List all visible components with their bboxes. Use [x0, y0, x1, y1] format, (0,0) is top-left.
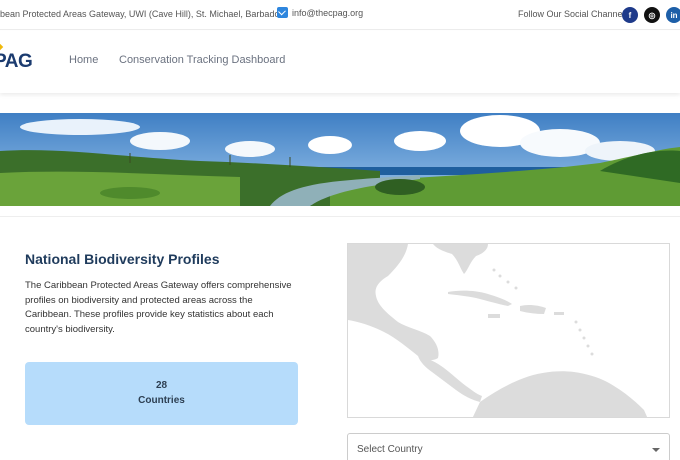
- email-icon: [277, 7, 288, 18]
- section-divider: [0, 216, 680, 217]
- address-text: bean Protected Areas Gateway, UWI (Cave …: [0, 9, 284, 19]
- hero-banner-image: [0, 113, 680, 206]
- email-contact[interactable]: info@thecpag.org: [277, 7, 363, 18]
- country-select-value: Select Country: [357, 444, 423, 455]
- facebook-icon[interactable]: f: [622, 7, 638, 23]
- top-bar: bean Protected Areas Gateway, UWI (Cave …: [0, 0, 680, 30]
- intro-paragraph: The Caribbean Protected Areas Gateway of…: [25, 280, 292, 335]
- countries-label: Countries: [138, 395, 185, 406]
- nav-link-home[interactable]: Home: [69, 54, 98, 66]
- countries-count: 28: [155, 380, 168, 391]
- nav-link-conservation-dashboard[interactable]: Conservation Tracking Dashboard: [119, 54, 285, 66]
- page-title: National Biodiversity Profiles: [25, 251, 220, 267]
- country-select[interactable]: Select Country: [347, 433, 670, 460]
- main-navigation: PAG Home Conservation Tracking Dashboard: [0, 31, 680, 93]
- countries-stat-card: 28 Countries: [25, 362, 298, 425]
- logo-star-icon: [0, 42, 4, 52]
- linkedin-icon[interactable]: in: [666, 7, 680, 23]
- email-link[interactable]: info@thecpag.org: [292, 8, 363, 18]
- chevron-down-icon: [652, 448, 660, 452]
- site-logo[interactable]: PAG: [0, 51, 33, 73]
- instagram-icon[interactable]: ◎: [644, 7, 660, 23]
- caribbean-map[interactable]: [347, 243, 670, 418]
- follow-social-text: Follow Our Social Channels: [518, 9, 630, 19]
